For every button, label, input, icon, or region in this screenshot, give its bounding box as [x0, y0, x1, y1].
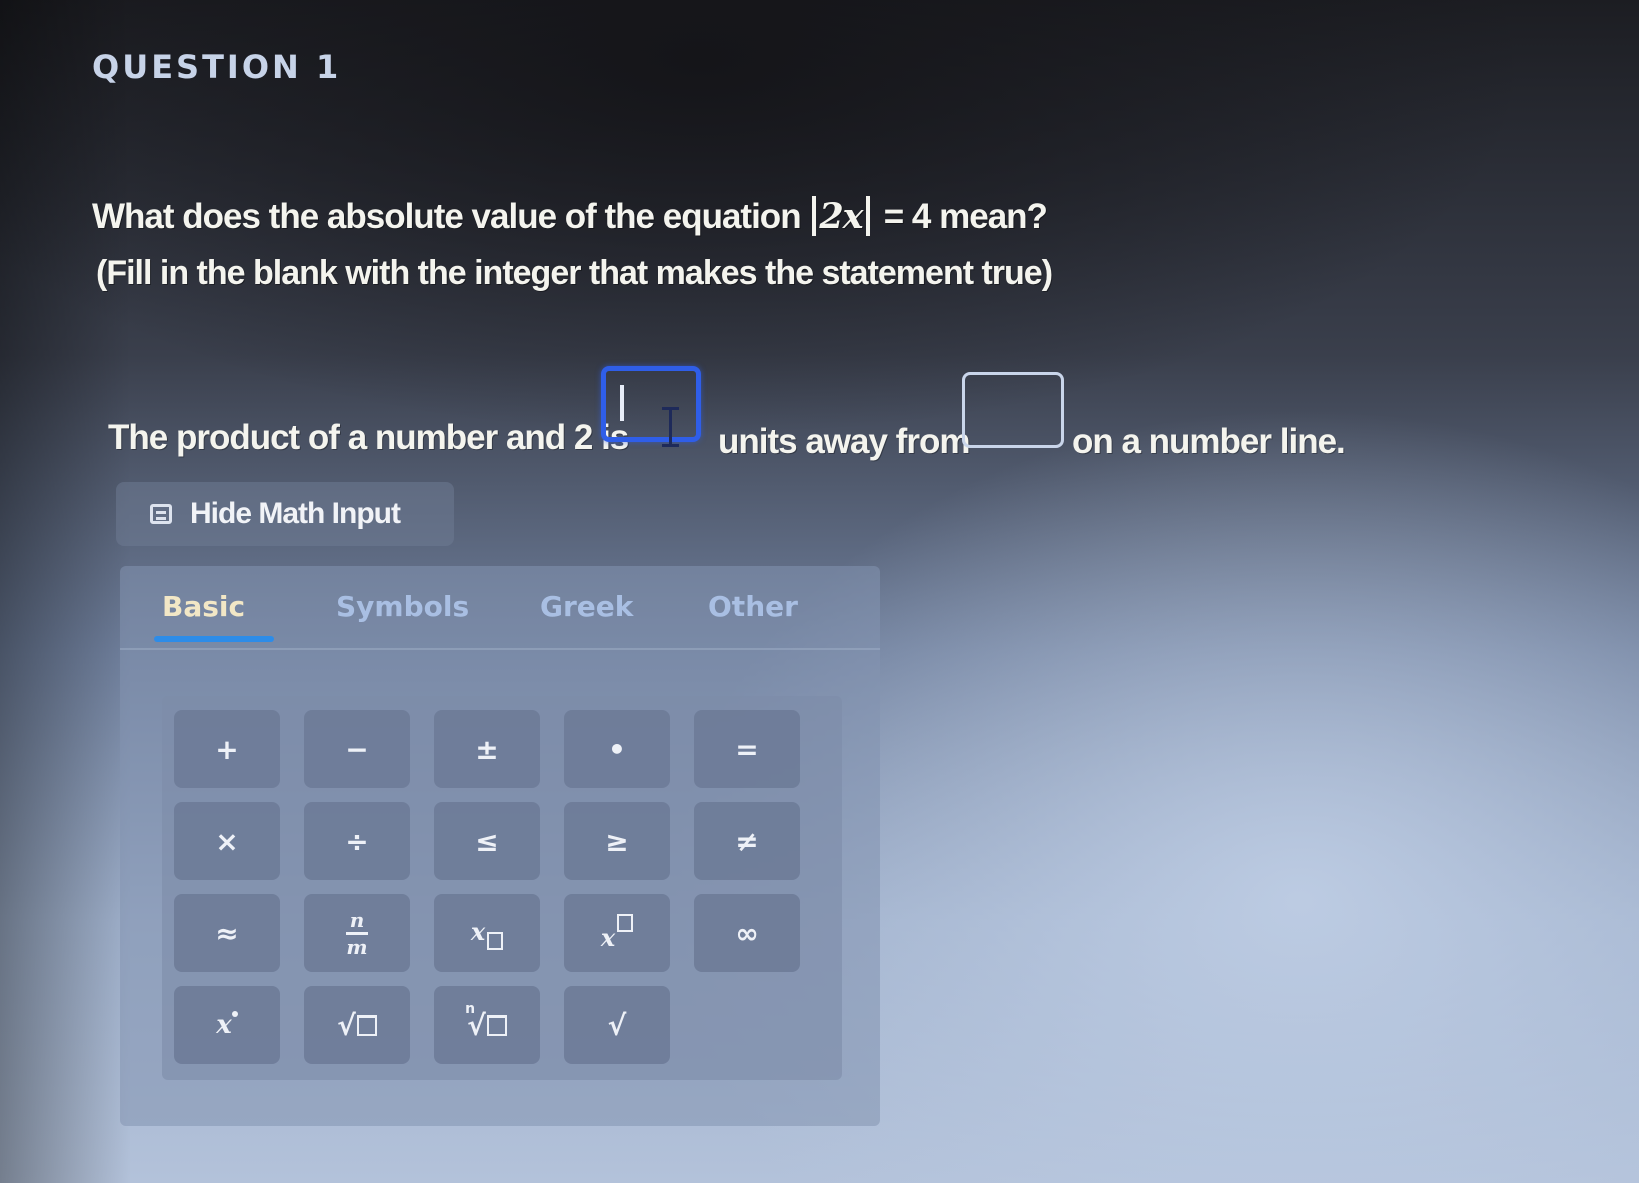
- question-prompt: What does the absolute value of the equa…: [92, 196, 1048, 237]
- prompt-mean: mean?: [939, 197, 1048, 236]
- equation-inner: 2x: [819, 196, 863, 237]
- x-power-base: x: [216, 1010, 232, 1040]
- root-symbol: √: [607, 1008, 627, 1042]
- greater-equal-key[interactable]: ≥: [564, 802, 670, 880]
- approx-symbol: ≈: [215, 916, 239, 950]
- tab-symbols[interactable]: Symbols: [336, 590, 469, 623]
- superscript-base: x: [600, 923, 616, 952]
- abs-bar-right: [865, 196, 870, 236]
- prompt-text: What does the absolute value of the equa…: [92, 197, 802, 236]
- equals-key[interactable]: =: [694, 710, 800, 788]
- sqrt-box-icon: [356, 1014, 377, 1036]
- tab-other[interactable]: Other: [708, 590, 798, 623]
- times-key[interactable]: ×: [174, 802, 280, 880]
- root-key[interactable]: √: [564, 986, 670, 1064]
- nth-root-key[interactable]: n √: [434, 986, 540, 1064]
- infinity-symbol: ∞: [735, 916, 759, 950]
- math-input-tabs: Basic Symbols Greek Other: [120, 566, 880, 650]
- fraction-icon: n m: [346, 910, 368, 957]
- sqrt-symbol: √: [337, 1008, 356, 1042]
- minus-symbol: −: [345, 732, 369, 766]
- sqrt-icon: √: [337, 1009, 377, 1042]
- plus-symbol: +: [215, 732, 239, 766]
- greater-equal-symbol: ≥: [605, 824, 629, 858]
- dot-key[interactable]: •: [564, 710, 670, 788]
- fraction-denominator: m: [346, 934, 368, 959]
- abs-bar-left: [812, 196, 817, 236]
- hide-math-input-button[interactable]: Hide Math Input: [116, 482, 454, 546]
- x-power-icon: x: [216, 1010, 238, 1040]
- minus-key[interactable]: −: [304, 710, 410, 788]
- active-tab-underline: [154, 636, 274, 642]
- nth-root-icon: n √: [465, 1001, 507, 1042]
- fraction-numerator: n: [349, 907, 365, 932]
- nth-root-index: n: [465, 1000, 476, 1017]
- plus-key[interactable]: +: [174, 710, 280, 788]
- approx-key[interactable]: ≈: [174, 894, 280, 972]
- not-equal-key[interactable]: ≠: [694, 802, 800, 880]
- statement-part-2: units away from: [718, 422, 970, 461]
- not-equal-symbol: ≠: [735, 824, 759, 858]
- subscript-base: x: [470, 916, 486, 946]
- subscript-box-icon: [487, 931, 504, 950]
- equals-symbol: =: [735, 732, 759, 766]
- superscript-key[interactable]: x: [564, 894, 670, 972]
- fraction-key[interactable]: n m: [304, 894, 410, 972]
- less-equal-symbol: ≤: [475, 824, 499, 858]
- keyboard-icon: [150, 504, 172, 524]
- divide-symbol: ÷: [345, 824, 369, 858]
- statement-part-3: on a number line.: [1072, 422, 1346, 461]
- basic-keypad: + − ± • = × ÷ ≤ ≥ ≠ ≈ n m x x ∞ x √ n √ …: [162, 696, 842, 1080]
- text-caret: [620, 385, 624, 421]
- ibeam-cursor-icon: [662, 407, 679, 447]
- tab-basic[interactable]: Basic: [162, 590, 245, 623]
- nth-root-box-icon: [486, 1014, 507, 1036]
- equation-rest: = 4: [883, 197, 932, 236]
- sqrt-key[interactable]: √: [304, 986, 410, 1064]
- instruction-text: (Fill in the blank with the integer that…: [96, 254, 1053, 292]
- answer-blank-2[interactable]: [962, 372, 1064, 448]
- dot-symbol: •: [608, 732, 626, 766]
- hide-math-input-label: Hide Math Input: [190, 497, 401, 530]
- power-dot-icon: [231, 1011, 238, 1017]
- math-input-panel: Basic Symbols Greek Other + − ± • = × ÷ …: [120, 566, 880, 1126]
- plus-minus-key[interactable]: ±: [434, 710, 540, 788]
- superscript-box-icon: [617, 914, 634, 932]
- times-symbol: ×: [215, 824, 239, 858]
- superscript-icon: x: [600, 914, 634, 952]
- subscript-icon: x: [470, 916, 504, 950]
- plus-minus-symbol: ±: [475, 732, 499, 766]
- subscript-key[interactable]: x: [434, 894, 540, 972]
- answer-blank-1[interactable]: [601, 366, 701, 447]
- less-equal-key[interactable]: ≤: [434, 802, 540, 880]
- divide-key[interactable]: ÷: [304, 802, 410, 880]
- statement-part-1: The product of a number and 2 is: [108, 418, 629, 457]
- absolute-value-expression: 2x: [809, 196, 883, 237]
- tab-greek[interactable]: Greek: [540, 590, 633, 623]
- x-power-key[interactable]: x: [174, 986, 280, 1064]
- infinity-key[interactable]: ∞: [694, 894, 800, 972]
- question-label: QUESTION 1: [92, 48, 342, 86]
